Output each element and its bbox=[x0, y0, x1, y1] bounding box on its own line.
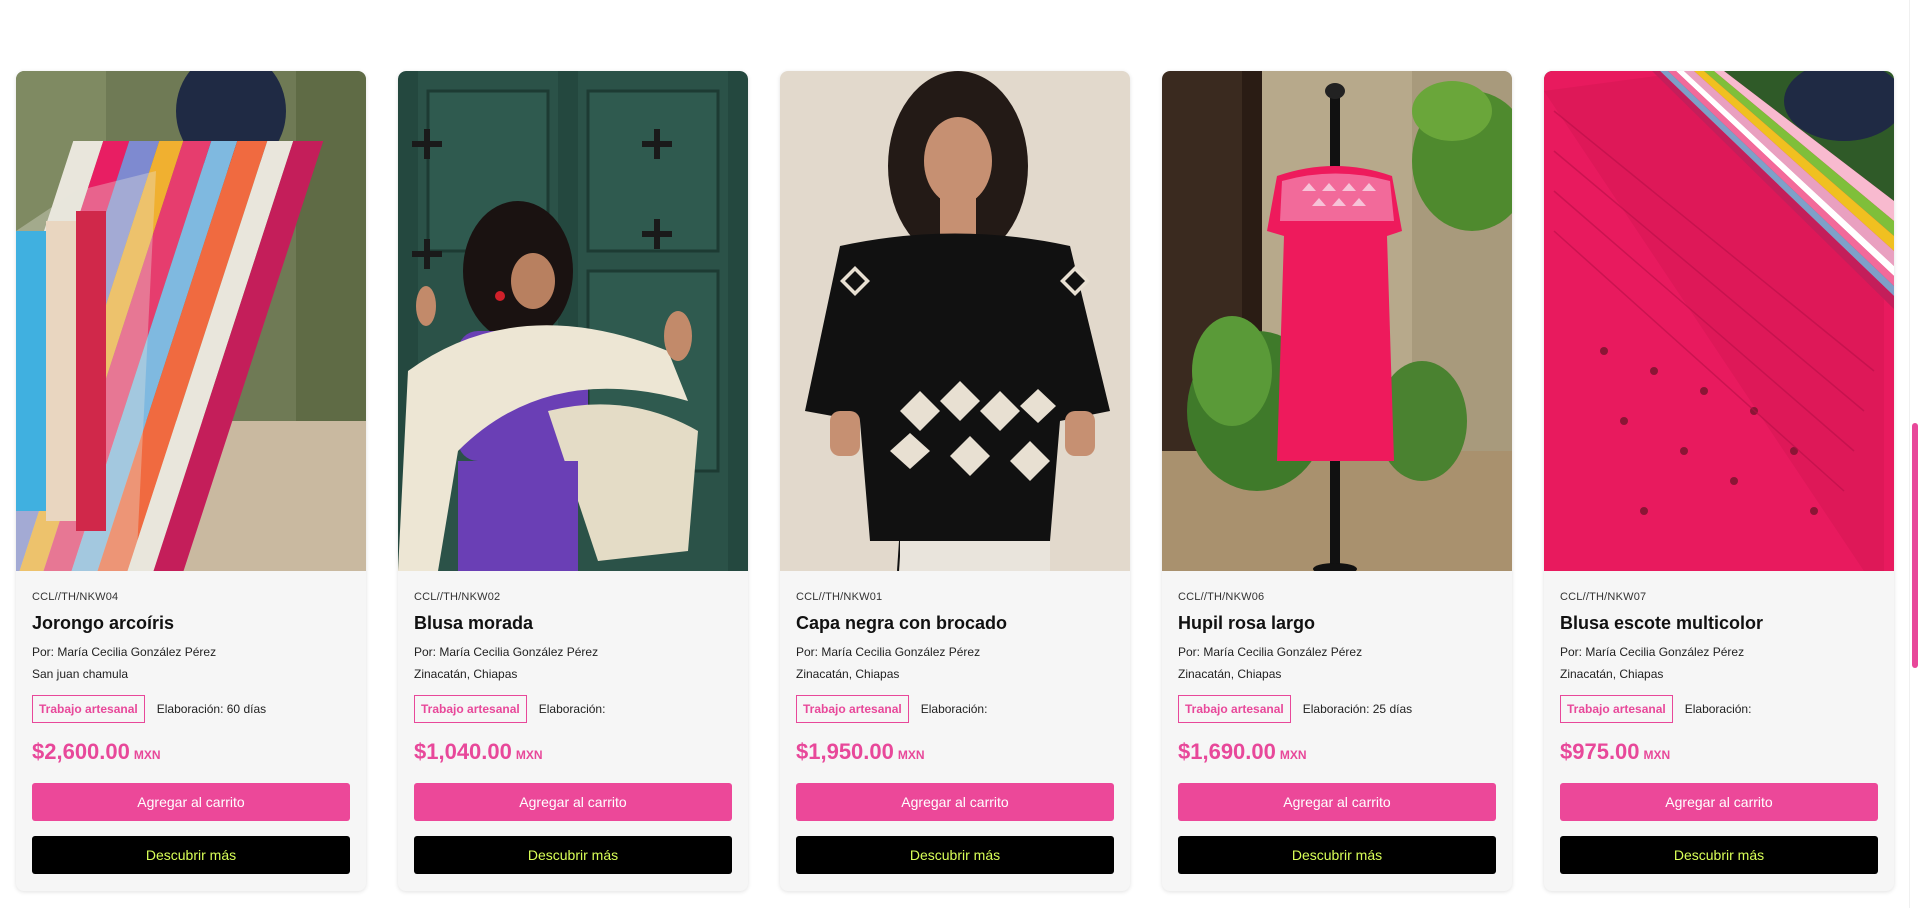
product-card: CCL//TH/NKW04 Jorongo arcoíris Por: Marí… bbox=[16, 71, 366, 891]
product-currency: MXN bbox=[1643, 748, 1671, 762]
product-info: CCL//TH/NKW01 Capa negra con brocado Por… bbox=[780, 571, 1130, 874]
product-location: Zinacatán, Chiapas bbox=[1178, 667, 1282, 681]
product-card: CCL//TH/NKW07 Blusa escote multicolor Po… bbox=[1544, 71, 1894, 891]
product-sku: CCL//TH/NKW07 bbox=[1560, 591, 1647, 603]
product-location: Zinacatán, Chiapas bbox=[796, 667, 900, 681]
product-currency: MXN bbox=[897, 748, 925, 762]
product-currency: MXN bbox=[133, 748, 161, 762]
product-author: Por: María Cecilia González Pérez bbox=[414, 645, 599, 659]
product-info: CCL//TH/NKW06 Hupil rosa largo Por: Marí… bbox=[1162, 571, 1512, 874]
add-to-cart-button[interactable]: Agregar al carrito bbox=[796, 783, 1114, 821]
product-price: $1,690.00 bbox=[1178, 739, 1276, 764]
product-title[interactable]: Jorongo arcoíris bbox=[32, 613, 350, 635]
product-title[interactable]: Hupil rosa largo bbox=[1178, 613, 1496, 635]
product-image[interactable] bbox=[1544, 71, 1894, 571]
product-price-row: $1,040.00 MXN bbox=[414, 739, 732, 769]
product-price: $1,950.00 bbox=[796, 739, 894, 764]
product-price: $1,040.00 bbox=[414, 739, 512, 764]
product-image[interactable] bbox=[398, 71, 748, 571]
product-meta: Trabajo artesanal Elaboración: bbox=[1560, 695, 1878, 723]
product-image[interactable] bbox=[16, 71, 366, 571]
discover-more-button[interactable]: Descubrir más bbox=[32, 836, 350, 874]
artisan-badge: Trabajo artesanal bbox=[32, 695, 145, 723]
product-location: Zinacatán, Chiapas bbox=[414, 667, 518, 681]
product-location: Zinacatán, Chiapas bbox=[1560, 667, 1664, 681]
product-grid-page: CCL//TH/NKW04 Jorongo arcoíris Por: Marí… bbox=[0, 0, 1919, 908]
discover-more-button[interactable]: Descubrir más bbox=[414, 836, 732, 874]
product-info: CCL//TH/NKW04 Jorongo arcoíris Por: Marí… bbox=[16, 571, 366, 874]
add-to-cart-button[interactable]: Agregar al carrito bbox=[414, 783, 732, 821]
product-price-row: $975.00 MXN bbox=[1560, 739, 1878, 769]
elaboration-time: Elaboración: bbox=[538, 702, 606, 716]
artisan-badge: Trabajo artesanal bbox=[796, 695, 909, 723]
product-meta: Trabajo artesanal Elaboración: 60 días bbox=[32, 695, 350, 723]
product-title[interactable]: Blusa escote multicolor bbox=[1560, 613, 1878, 635]
product-currency: MXN bbox=[1279, 748, 1307, 762]
vertical-scrollbar[interactable] bbox=[1909, 0, 1919, 908]
add-to-cart-button[interactable]: Agregar al carrito bbox=[1178, 783, 1496, 821]
product-author: Por: María Cecilia González Pérez bbox=[32, 645, 217, 659]
product-info: CCL//TH/NKW07 Blusa escote multicolor Po… bbox=[1544, 571, 1894, 874]
elaboration-time: Elaboración: 25 días bbox=[1302, 702, 1413, 716]
product-author: Por: María Cecilia González Pérez bbox=[1178, 645, 1363, 659]
artisan-badge: Trabajo artesanal bbox=[1178, 695, 1291, 723]
product-currency: MXN bbox=[515, 748, 543, 762]
product-author: Por: María Cecilia González Pérez bbox=[1560, 645, 1745, 659]
elaboration-time: Elaboración: bbox=[920, 702, 988, 716]
product-meta: Trabajo artesanal Elaboración: bbox=[414, 695, 732, 723]
product-info: CCL//TH/NKW02 Blusa morada Por: María Ce… bbox=[398, 571, 748, 874]
product-price-row: $1,690.00 MXN bbox=[1178, 739, 1496, 769]
product-location: San juan chamula bbox=[32, 667, 129, 681]
product-price: $975.00 bbox=[1560, 739, 1640, 764]
product-card: CCL//TH/NKW02 Blusa morada Por: María Ce… bbox=[398, 71, 748, 891]
scrollbar-thumb[interactable] bbox=[1912, 423, 1918, 668]
add-to-cart-button[interactable]: Agregar al carrito bbox=[32, 783, 350, 821]
product-sku: CCL//TH/NKW02 bbox=[414, 591, 501, 603]
product-sku: CCL//TH/NKW04 bbox=[32, 591, 119, 603]
elaboration-time: Elaboración: bbox=[1684, 702, 1752, 716]
add-to-cart-button[interactable]: Agregar al carrito bbox=[1560, 783, 1878, 821]
product-sku: CCL//TH/NKW01 bbox=[796, 591, 883, 603]
product-meta: Trabajo artesanal Elaboración: bbox=[796, 695, 1114, 723]
product-price-row: $1,950.00 MXN bbox=[796, 739, 1114, 769]
product-title[interactable]: Blusa morada bbox=[414, 613, 732, 635]
product-card: CCL//TH/NKW06 Hupil rosa largo Por: Marí… bbox=[1162, 71, 1512, 891]
artisan-badge: Trabajo artesanal bbox=[1560, 695, 1673, 723]
discover-more-button[interactable]: Descubrir más bbox=[796, 836, 1114, 874]
product-card: CCL//TH/NKW01 Capa negra con brocado Por… bbox=[780, 71, 1130, 891]
product-sku: CCL//TH/NKW06 bbox=[1178, 591, 1265, 603]
product-card-list: CCL//TH/NKW04 Jorongo arcoíris Por: Marí… bbox=[16, 71, 1894, 891]
artisan-badge: Trabajo artesanal bbox=[414, 695, 527, 723]
product-title[interactable]: Capa negra con brocado bbox=[796, 613, 1114, 635]
product-image[interactable] bbox=[1162, 71, 1512, 571]
elaboration-time: Elaboración: 60 días bbox=[156, 702, 267, 716]
product-price-row: $2,600.00 MXN bbox=[32, 739, 350, 769]
product-author: Por: María Cecilia González Pérez bbox=[796, 645, 981, 659]
product-price: $2,600.00 bbox=[32, 739, 130, 764]
product-meta: Trabajo artesanal Elaboración: 25 días bbox=[1178, 695, 1496, 723]
discover-more-button[interactable]: Descubrir más bbox=[1178, 836, 1496, 874]
discover-more-button[interactable]: Descubrir más bbox=[1560, 836, 1878, 874]
product-image[interactable] bbox=[780, 71, 1130, 571]
